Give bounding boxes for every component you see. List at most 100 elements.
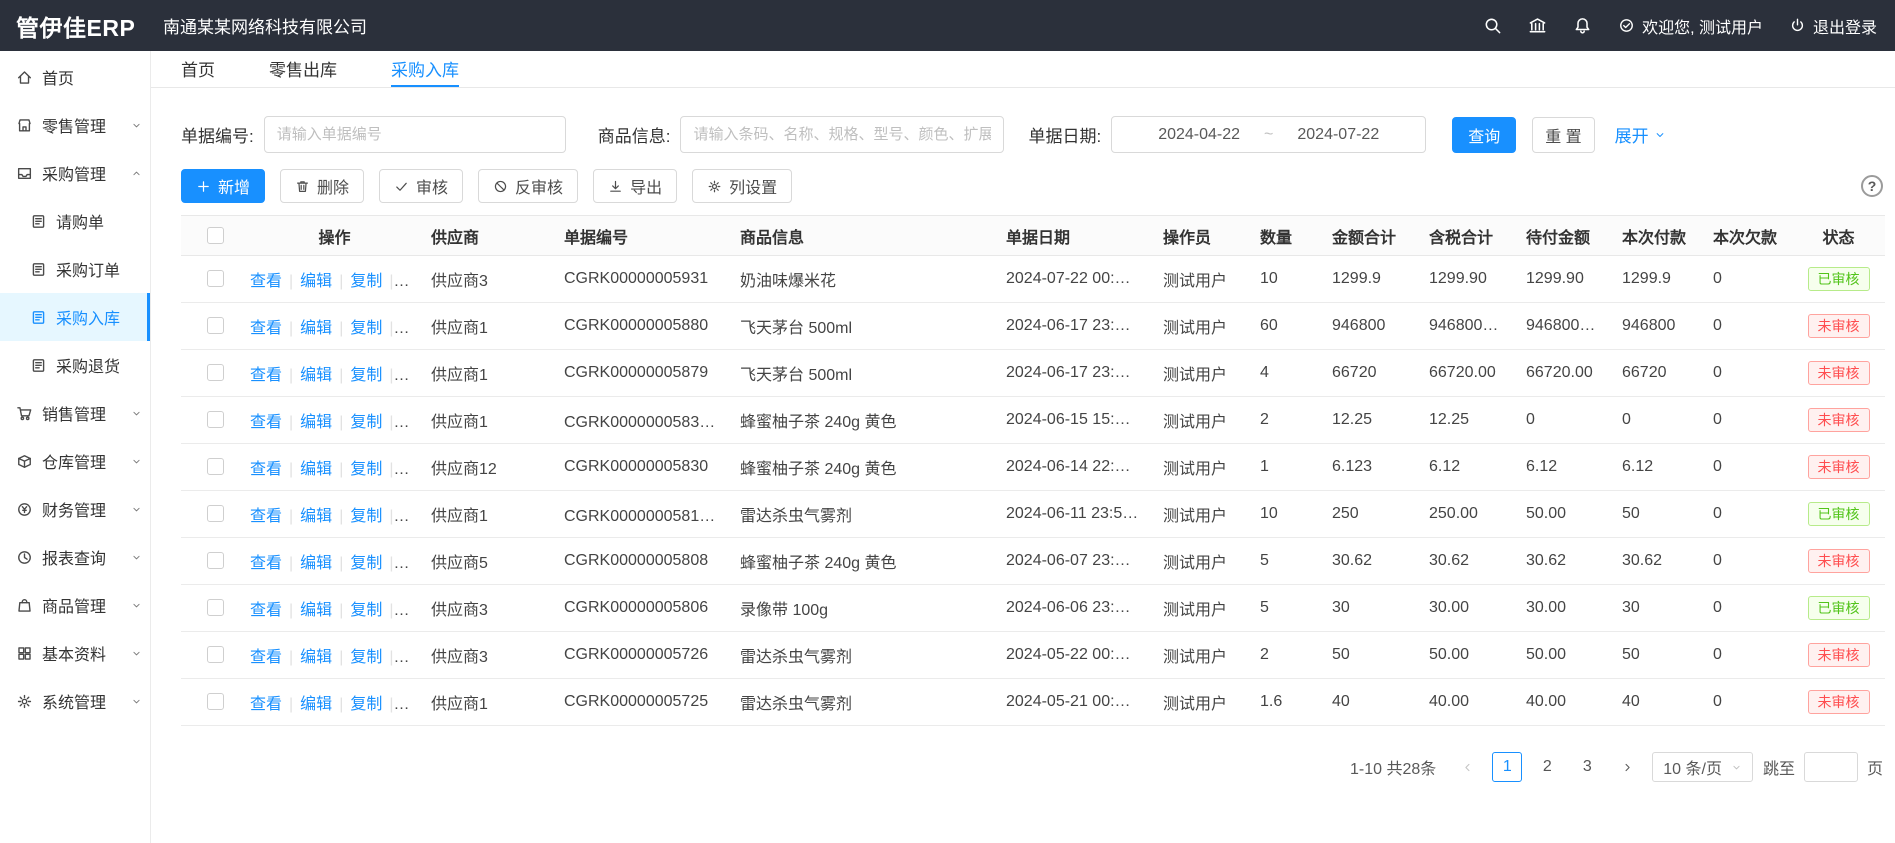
export-button[interactable]: 导出 bbox=[593, 169, 677, 203]
sidebar-item-sale[interactable]: 销售管理 bbox=[0, 389, 150, 437]
tab-retail-outbound[interactable]: 零售出库 bbox=[269, 51, 337, 87]
row-checkbox[interactable] bbox=[207, 505, 224, 522]
sidebar-item-home[interactable]: 首页 bbox=[0, 53, 150, 101]
edit-link[interactable]: 编辑 bbox=[300, 555, 332, 572]
sidebar-item-retail[interactable]: 零售管理 bbox=[0, 101, 150, 149]
logout-button[interactable]: 退出登录 bbox=[1789, 14, 1877, 38]
sidebar-item-report[interactable]: 报表查询 bbox=[0, 533, 150, 581]
sidebar-item-goods[interactable]: 商品管理 bbox=[0, 581, 150, 629]
copy-link[interactable]: 复制 bbox=[350, 696, 382, 713]
row-checkbox[interactable] bbox=[207, 552, 224, 569]
notification-bell-icon[interactable] bbox=[1573, 16, 1592, 35]
user-status-icon bbox=[1618, 17, 1635, 34]
reset-button[interactable]: 重 置 bbox=[1532, 117, 1594, 153]
copy-link[interactable]: 复制 bbox=[350, 602, 382, 619]
edit-link[interactable]: 编辑 bbox=[300, 273, 332, 290]
select-all-checkbox[interactable] bbox=[207, 227, 224, 244]
copy-link[interactable]: 复制 bbox=[350, 320, 382, 337]
row-checkbox[interactable] bbox=[207, 317, 224, 334]
edit-link[interactable]: 编辑 bbox=[300, 367, 332, 384]
view-link[interactable]: 查看 bbox=[250, 461, 282, 478]
view-link[interactable]: 查看 bbox=[250, 555, 282, 572]
row-checkbox[interactable] bbox=[207, 270, 224, 287]
product-info-input[interactable] bbox=[680, 116, 1004, 153]
edit-link[interactable]: 编辑 bbox=[300, 602, 332, 619]
page-button-3[interactable]: 3 bbox=[1572, 752, 1602, 782]
page-button-2[interactable]: 2 bbox=[1532, 752, 1562, 782]
date-range-picker[interactable]: 2024-04-22 ~ 2024-07-22 bbox=[1111, 116, 1426, 153]
expand-toggle[interactable]: 展开 bbox=[1615, 122, 1666, 147]
user-menu[interactable]: 欢迎您, 测试用户 bbox=[1618, 14, 1763, 38]
unaudit-button[interactable]: 反审核 bbox=[478, 169, 578, 203]
page-button-1[interactable]: 1 bbox=[1492, 752, 1522, 782]
purchase-inbound-table: 操作供应商单据编号商品信息单据日期操作员数量金额合计含税合计待付金额本次付款本次… bbox=[181, 215, 1885, 726]
edit-link[interactable]: 编辑 bbox=[300, 508, 332, 525]
sidebar-item-purchase-request[interactable]: 请购单 bbox=[0, 197, 150, 245]
chevron-down-icon bbox=[131, 456, 142, 467]
prev-page-button[interactable] bbox=[1452, 752, 1482, 782]
row-checkbox[interactable] bbox=[207, 646, 224, 663]
view-link[interactable]: 查看 bbox=[250, 320, 282, 337]
sidebar-item-purchase[interactable]: 采购管理 bbox=[0, 149, 150, 197]
operator-cell: 测试用户 bbox=[1151, 303, 1248, 350]
next-page-button[interactable] bbox=[1612, 752, 1642, 782]
row-checkbox[interactable] bbox=[207, 599, 224, 616]
view-link[interactable]: 查看 bbox=[250, 602, 282, 619]
sidebar-item-purchase-inbound[interactable]: 采购入库 bbox=[0, 293, 150, 341]
status-badge: 未审核 bbox=[1808, 549, 1870, 573]
view-link[interactable]: 查看 bbox=[250, 414, 282, 431]
search-icon[interactable] bbox=[1483, 16, 1502, 35]
table-row: 查看|编辑|复制|删除供应商12CGRK00000005830蜂蜜柚子茶 240… bbox=[181, 444, 1885, 491]
row-actions-cell: 查看|编辑|复制|删除 bbox=[250, 303, 419, 350]
view-link[interactable]: 查看 bbox=[250, 696, 282, 713]
tab-purchase-inbound[interactable]: 采购入库 bbox=[391, 51, 459, 87]
view-link[interactable]: 查看 bbox=[250, 273, 282, 290]
row-checkbox[interactable] bbox=[207, 693, 224, 710]
view-link[interactable]: 查看 bbox=[250, 508, 282, 525]
sidebar-item-label: 销售管理 bbox=[42, 401, 106, 425]
date-end-value[interactable]: 2024-07-22 bbox=[1297, 126, 1379, 144]
copy-link[interactable]: 复制 bbox=[350, 649, 382, 666]
row-checkbox[interactable] bbox=[207, 364, 224, 381]
sidebar-item-purchase-order[interactable]: 采购订单 bbox=[0, 245, 150, 293]
row-checkbox[interactable] bbox=[207, 411, 224, 428]
table-row: 查看|编辑|复制|删除供应商3CGRK00000005806录像带 100g20… bbox=[181, 585, 1885, 632]
help-icon[interactable]: ? bbox=[1861, 175, 1883, 197]
edit-link[interactable]: 编辑 bbox=[300, 414, 332, 431]
sidebar-item-purchase-return[interactable]: 采购退货 bbox=[0, 341, 150, 389]
delete-button[interactable]: 删除 bbox=[280, 169, 364, 203]
copy-link[interactable]: 复制 bbox=[350, 273, 382, 290]
bill-no-input[interactable] bbox=[264, 116, 566, 153]
row-checkbox[interactable] bbox=[207, 458, 224, 475]
jump-unit: 页 bbox=[1867, 755, 1883, 779]
copy-link[interactable]: 复制 bbox=[350, 508, 382, 525]
jump-page-input[interactable] bbox=[1804, 752, 1858, 782]
date-start-value[interactable]: 2024-04-22 bbox=[1158, 126, 1240, 144]
edit-link[interactable]: 编辑 bbox=[300, 696, 332, 713]
copy-link[interactable]: 复制 bbox=[350, 414, 382, 431]
search-button[interactable]: 查询 bbox=[1452, 117, 1516, 153]
app-store-icon[interactable] bbox=[1528, 16, 1547, 35]
columns-button[interactable]: 列设置 bbox=[692, 169, 792, 203]
copy-link[interactable]: 复制 bbox=[350, 461, 382, 478]
sidebar-item-warehouse[interactable]: 仓库管理 bbox=[0, 437, 150, 485]
report-icon bbox=[16, 549, 33, 566]
edit-link[interactable]: 编辑 bbox=[300, 461, 332, 478]
sidebar-item-system[interactable]: 系统管理 bbox=[0, 677, 150, 725]
sidebar-item-base[interactable]: 基本资料 bbox=[0, 629, 150, 677]
payable-cell: 50.00 bbox=[1514, 632, 1610, 679]
sidebar: 首页零售管理采购管理请购单采购订单采购入库采购退货销售管理仓库管理财务管理报表查… bbox=[0, 51, 151, 843]
op-divider: | bbox=[339, 367, 343, 384]
add-button[interactable]: 新增 bbox=[181, 169, 265, 203]
edit-link[interactable]: 编辑 bbox=[300, 649, 332, 666]
edit-link[interactable]: 编辑 bbox=[300, 320, 332, 337]
view-link[interactable]: 查看 bbox=[250, 367, 282, 384]
audit-button[interactable]: 审核 bbox=[379, 169, 463, 203]
copy-link[interactable]: 复制 bbox=[350, 367, 382, 384]
op-divider: | bbox=[289, 508, 293, 525]
view-link[interactable]: 查看 bbox=[250, 649, 282, 666]
tab-home[interactable]: 首页 bbox=[181, 51, 215, 87]
page-size-select[interactable]: 10 条/页 bbox=[1652, 752, 1753, 782]
sidebar-item-finance[interactable]: 财务管理 bbox=[0, 485, 150, 533]
copy-link[interactable]: 复制 bbox=[350, 555, 382, 572]
